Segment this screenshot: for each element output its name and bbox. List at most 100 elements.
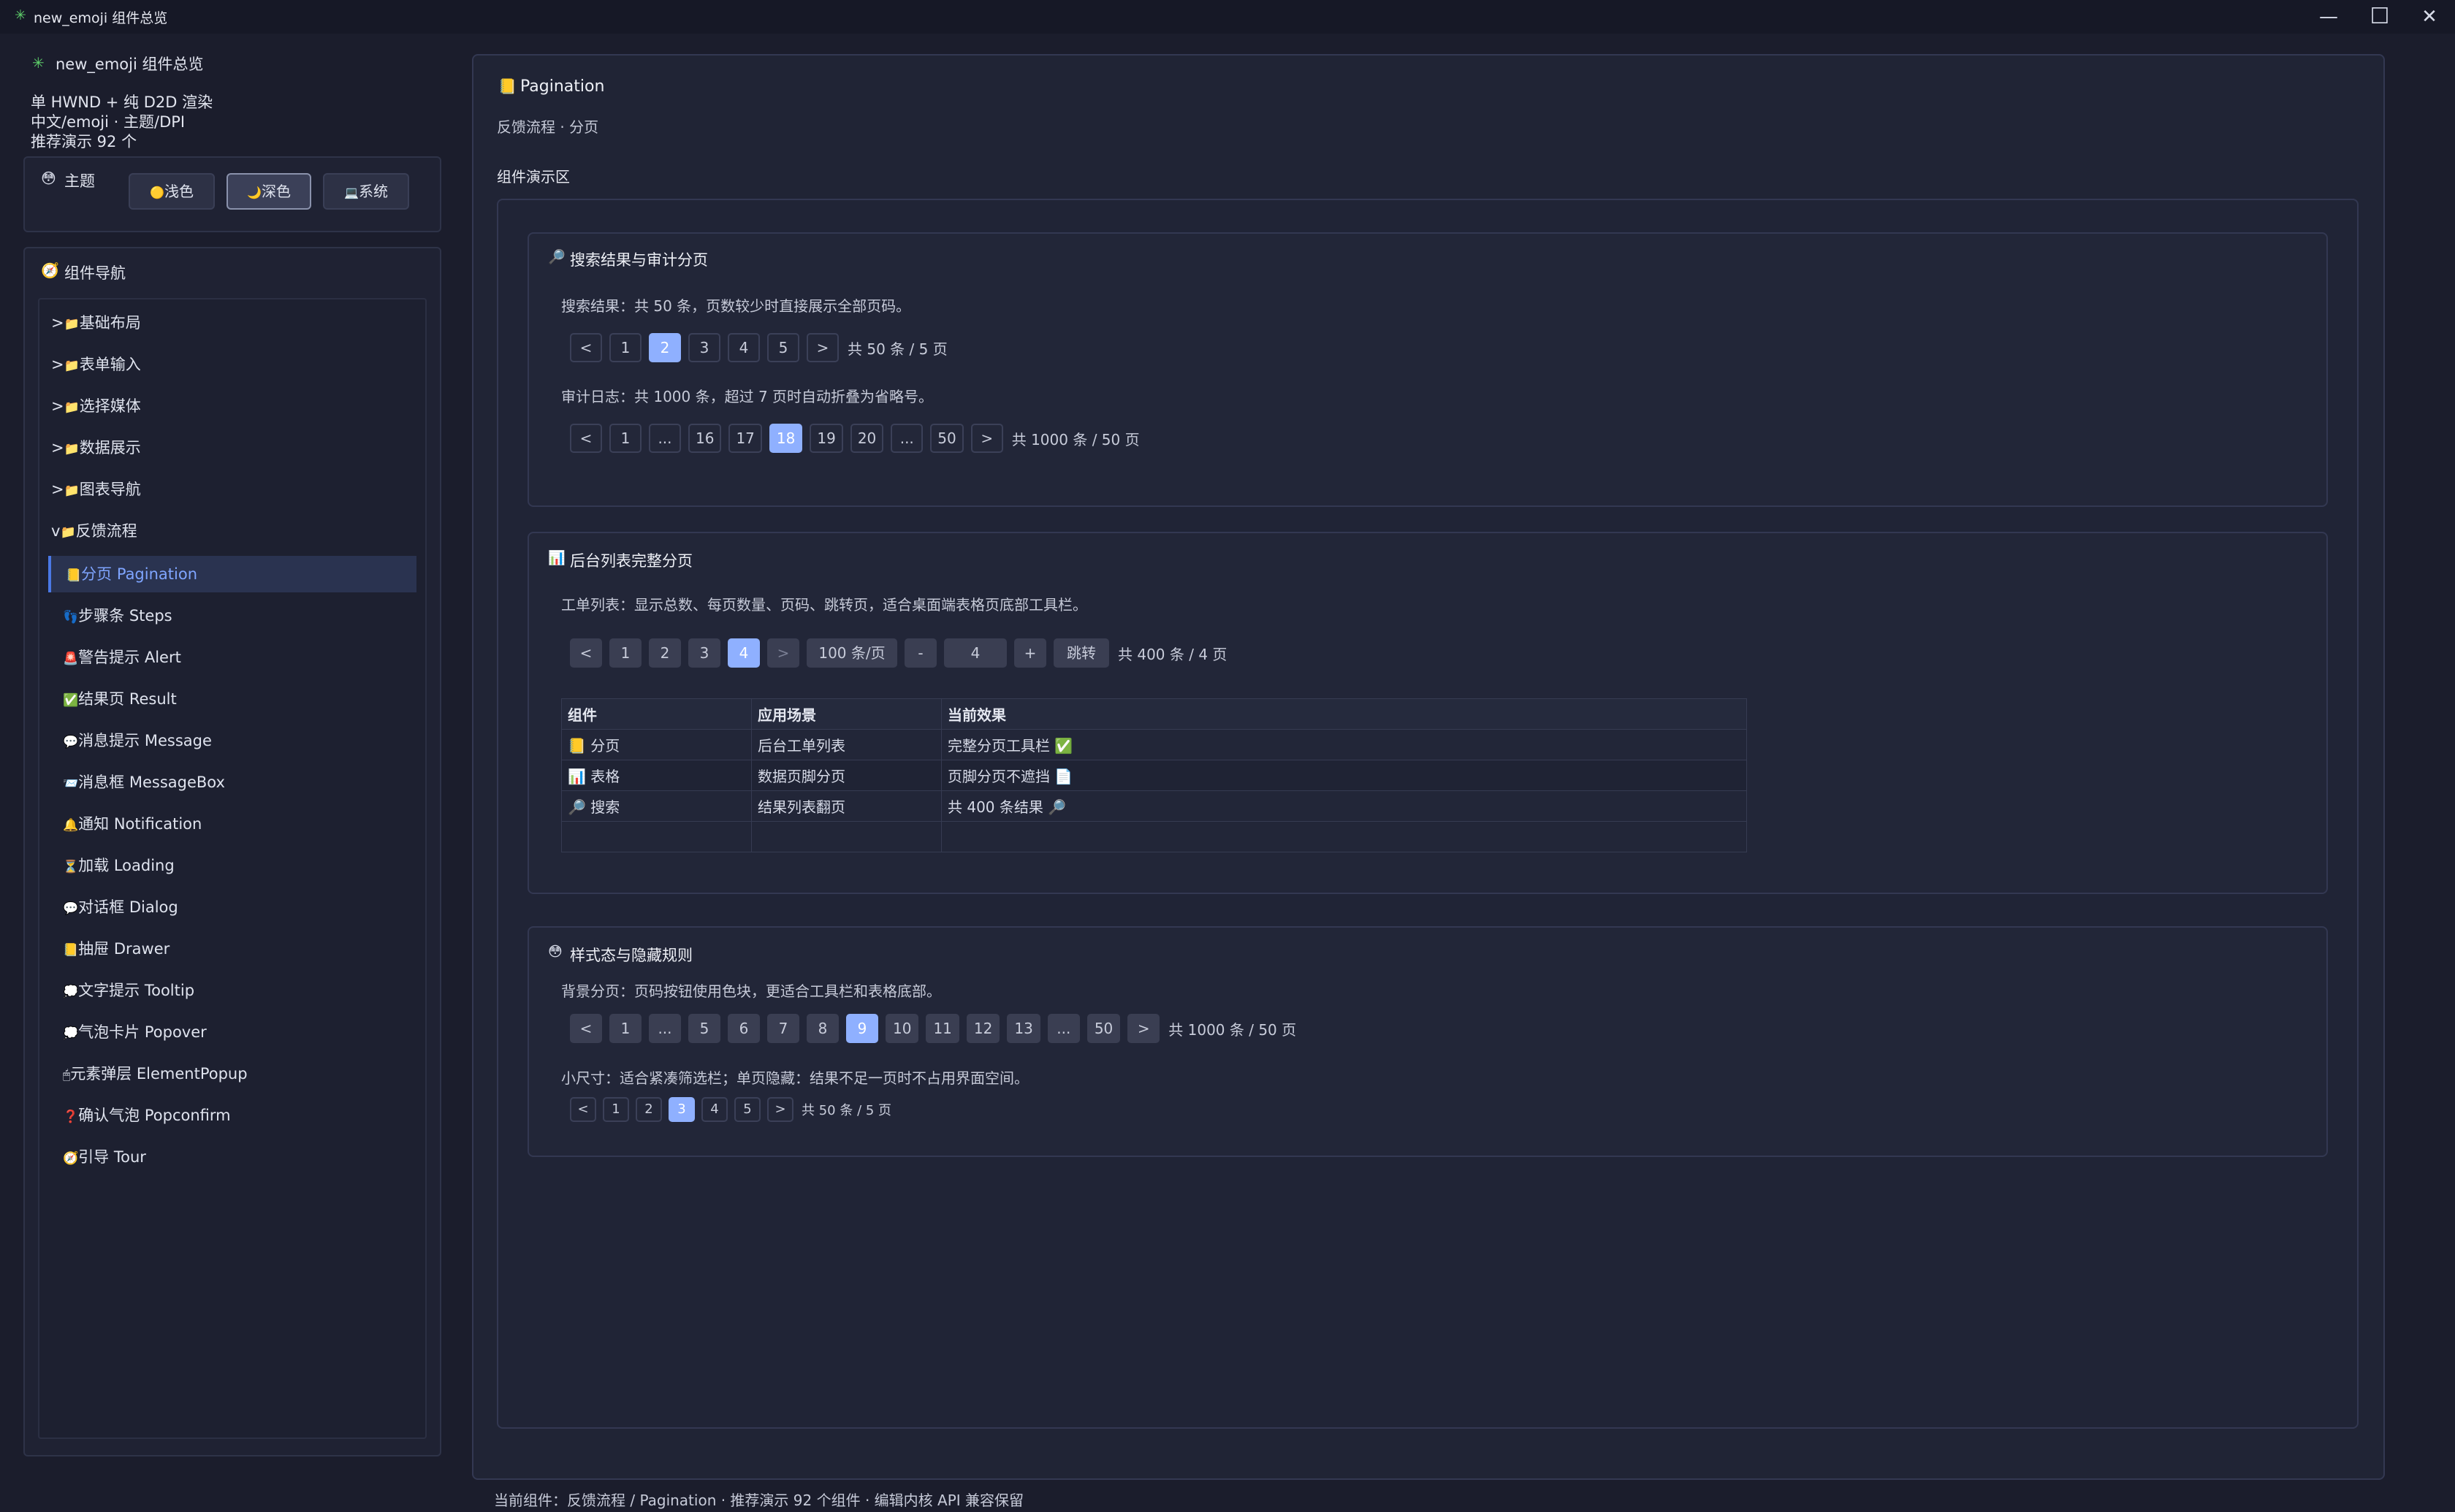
page-button[interactable]: 17 <box>728 424 762 453</box>
ellipsis-button[interactable]: ... <box>649 424 681 453</box>
page-button[interactable]: 1 <box>603 1097 629 1122</box>
table-cell: 数据页脚分页 <box>751 760 942 791</box>
prev-page-button[interactable]: < <box>570 424 602 453</box>
page-button[interactable]: 5 <box>767 333 799 362</box>
nav-item-12[interactable]: 🖱元素弹层 ElementPopup <box>48 1055 414 1092</box>
nav-item-6[interactable]: 🔔通知 Notification <box>48 806 414 842</box>
page-button[interactable]: 3 <box>669 1097 695 1122</box>
nav-group-0[interactable]: >📁基础布局 <box>51 305 416 341</box>
nav-item-2[interactable]: 🚨警告提示 Alert <box>48 639 414 676</box>
page-size-select[interactable]: 100 条/页 <box>807 638 897 668</box>
nav-item-7[interactable]: ⏳加载 Loading <box>48 847 414 884</box>
nav-item-9[interactable]: 📒抽屉 Drawer <box>48 931 414 967</box>
nav-item-3[interactable]: ✅结果页 Result <box>48 681 414 717</box>
page-button[interactable]: 1 <box>609 424 642 453</box>
page-button[interactable]: 7 <box>767 1014 799 1043</box>
section2-desc: 工单列表：显示总数、每页数量、页码、跳转页，适合桌面端表格页底部工具栏。 <box>561 596 1087 614</box>
decrement-button[interactable]: - <box>905 638 937 668</box>
page-button[interactable]: 16 <box>688 424 722 453</box>
nav-item-8[interactable]: 💬对话框 Dialog <box>48 889 414 925</box>
page-button[interactable]: 4 <box>728 333 760 362</box>
next-page-button[interactable]: > <box>807 333 839 362</box>
page-button[interactable]: 1 <box>609 1014 642 1043</box>
nav-group-2[interactable]: >📁选择媒体 <box>51 388 416 424</box>
theme-light-button[interactable]: 🟡浅色 <box>129 173 215 210</box>
page-button[interactable]: 19 <box>810 424 843 453</box>
next-page-button[interactable]: > <box>767 638 799 668</box>
page-button[interactable]: 50 <box>1086 1014 1121 1043</box>
prev-page-button[interactable]: < <box>570 1097 596 1122</box>
feature-table: 组件 应用场景 当前效果 📒 分页 后台工单列表 完整分页工具栏 ✅ 📊 表格 数据页脚分页… <box>561 698 1747 852</box>
nav-item-5[interactable]: 📨消息框 MessageBox <box>48 764 414 801</box>
ellipsis-button[interactable]: ... <box>649 1014 681 1043</box>
nav-item-10[interactable]: 💭文字提示 Tooltip <box>48 972 414 1009</box>
increment-button[interactable]: + <box>1014 638 1046 668</box>
next-page-button[interactable]: > <box>970 424 1003 453</box>
page-button[interactable]: 5 <box>734 1097 761 1122</box>
prev-page-button[interactable]: < <box>570 1014 602 1043</box>
prev-page-button[interactable]: < <box>570 638 602 668</box>
page-button[interactable]: 4 <box>701 1097 728 1122</box>
page-button[interactable]: 2 <box>649 333 681 362</box>
theme-label: 主题 <box>64 172 95 190</box>
search-pagination: <1 2 3 4 5 > 共 50 条 / 5 页 <box>570 333 948 362</box>
next-page-button[interactable]: > <box>767 1097 793 1122</box>
page-button[interactable]: 3 <box>688 638 720 668</box>
ellipsis-button[interactable]: ... <box>1047 1014 1080 1043</box>
nav-item-label: 加载 Loading <box>78 857 175 874</box>
ellipsis-button[interactable]: ... <box>891 424 924 453</box>
nav-item-label: 结果页 Result <box>78 690 177 708</box>
page-button[interactable]: 12 <box>966 1014 1000 1043</box>
page-button[interactable]: 50 <box>930 424 964 453</box>
next-page-button[interactable]: > <box>1127 1014 1160 1043</box>
nav-item-11[interactable]: 💭气泡卡片 Popover <box>48 1014 414 1050</box>
maximize-button[interactable]: ☐ <box>2354 0 2405 34</box>
theme-system-button[interactable]: 💻系统 <box>323 173 409 210</box>
page-button[interactable]: 20 <box>850 424 884 453</box>
minimize-button[interactable]: — <box>2303 0 2354 34</box>
folder-icon: 📁 <box>64 442 80 457</box>
audit-pagination: <1... 16 17 18 19 20... 50 > 共 1000 条 / 50 页 <box>570 424 1140 453</box>
folder-icon: 📁 <box>64 317 80 332</box>
page-button[interactable]: 9 <box>846 1014 878 1043</box>
nav-item-label: 确认气泡 Popconfirm <box>78 1107 231 1124</box>
nav-item-4[interactable]: 💬消息提示 Message <box>48 722 414 759</box>
nav-item-0[interactable]: 📒分页 Pagination <box>48 556 416 592</box>
prev-page-button[interactable]: < <box>570 333 602 362</box>
jump-page-input[interactable]: 4 <box>944 638 1007 668</box>
section1-title: 搜索结果与审计分页 <box>570 251 708 269</box>
page-button[interactable]: 2 <box>649 638 681 668</box>
table-cell: 完整分页工具栏 ✅ <box>941 729 1747 760</box>
nav-item-label: 通知 Notification <box>78 815 202 833</box>
page-button[interactable]: 4 <box>728 638 760 668</box>
sidebar-app-title: new_emoji 组件总览 <box>56 56 204 73</box>
close-button[interactable]: ✕ <box>2404 0 2455 34</box>
nav-group-5[interactable]: v📁反馈流程 <box>51 513 416 549</box>
page-button[interactable]: 18 <box>769 424 803 453</box>
nav-item-1[interactable]: 👣步骤条 Steps <box>48 597 414 634</box>
jump-button[interactable]: 跳转 <box>1054 638 1109 668</box>
page-button[interactable]: 13 <box>1007 1014 1040 1043</box>
page-button[interactable]: 3 <box>688 333 720 362</box>
nav-group-3[interactable]: >📁数据展示 <box>51 429 416 466</box>
theme-dark-button[interactable]: 🌙深色 <box>227 173 311 210</box>
computer-icon: 💻 <box>344 186 359 199</box>
page-button[interactable]: 6 <box>728 1014 760 1043</box>
page-button[interactable]: 2 <box>636 1097 662 1122</box>
nav-group-label: 基础布局 <box>79 314 141 332</box>
admin-pagination: <1 2 3 4 >100 条/页 -4 + 跳转共 400 条 / 4 页 <box>570 638 1227 668</box>
nav-group-4[interactable]: >📁图表导航 <box>51 471 416 508</box>
page-button[interactable]: 1 <box>609 638 642 668</box>
page-button[interactable]: 11 <box>926 1014 959 1043</box>
page-button[interactable]: 5 <box>688 1014 720 1043</box>
page-title: Pagination <box>520 77 605 96</box>
nav-group-1[interactable]: >📁表单输入 <box>51 346 416 383</box>
page-button[interactable]: 10 <box>886 1014 919 1043</box>
nav-group-chevron: v <box>51 522 61 540</box>
table-row <box>561 821 1747 852</box>
page-button[interactable]: 8 <box>807 1014 839 1043</box>
nav-item-14[interactable]: 🧭引导 Tour <box>48 1139 414 1175</box>
page-button[interactable]: 1 <box>609 333 642 362</box>
nav-item-13[interactable]: ❓确认气泡 Popconfirm <box>48 1097 414 1134</box>
nav-item-label: 引导 Tour <box>78 1148 146 1166</box>
